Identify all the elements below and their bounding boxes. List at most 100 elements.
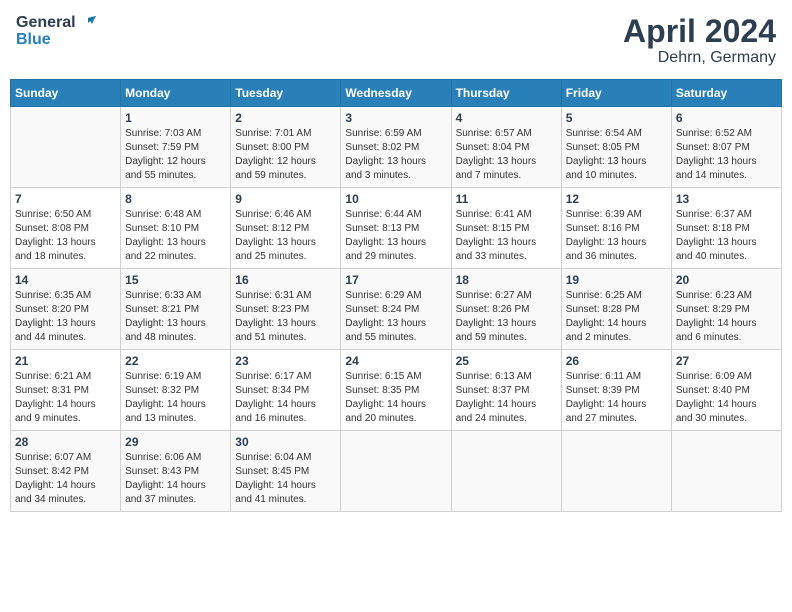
calendar-cell [671,431,781,512]
page-title: April 2024 [623,14,776,49]
day-number: 2 [235,111,336,125]
calendar-cell: 3Sunrise: 6:59 AM Sunset: 8:02 PM Daylig… [341,107,451,188]
calendar-cell [11,107,121,188]
calendar-cell [561,431,671,512]
calendar-cell: 11 Sunrise: 6:41 AM Sunset: 8:15 PM Dayli… [451,188,561,269]
day-info: Sunrise: 6:35 AM Sunset: 8:20 PM Dayligh… [15,289,116,345]
calendar-cell: 12Sunrise: 6:39 AM Sunset: 8:16 PM Dayli… [561,188,671,269]
day-info: Sunrise: 6:11 AM Sunset: 8:39 PM Dayligh… [566,370,667,426]
day-number: 10 [345,192,446,206]
day-info: Sunrise: 6:07 AM Sunset: 8:42 PM Dayligh… [15,451,116,507]
calendar-cell: 27Sunrise: 6:09 AM Sunset: 8:40 PM Dayli… [671,350,781,431]
day-number: 9 [235,192,336,206]
page-subtitle: Dehrn, Germany [623,49,776,67]
day-number: 4 [456,111,557,125]
week-row-3: 14 Sunrise: 6:35 AM Sunset: 8:20 PM Dayli… [11,269,782,350]
week-row-4: 21 Sunrise: 6:21 AM Sunset: 8:31 PM Dayli… [11,350,782,431]
day-number: 3 [345,111,446,125]
calendar-cell: 9 Sunrise: 6:46 AM Sunset: 8:12 PM Daylig… [231,188,341,269]
calendar-cell: 30 Sunrise: 6:04 AM Sunset: 8:45 PM Dayli… [231,431,341,512]
title-block: April 2024 Dehrn, Germany [623,14,776,67]
calendar-cell: 29 Sunrise: 6:06 AM Sunset: 8:43 PM Dayli… [121,431,231,512]
day-info: Sunrise: 6:27 AM Sunset: 8:26 PM Dayligh… [456,289,557,345]
day-info: Sunrise: 6:06 AM Sunset: 8:43 PM Dayligh… [125,451,226,507]
logo: General Blue [16,14,96,48]
logo-bird-icon [78,14,96,32]
calendar-cell: 13 Sunrise: 6:37 AM Sunset: 8:18 PM Dayli… [671,188,781,269]
calendar-cell: 17Sunrise: 6:29 AM Sunset: 8:24 PM Dayli… [341,269,451,350]
calendar-cell: 15Sunrise: 6:33 AM Sunset: 8:21 PM Dayli… [121,269,231,350]
day-number: 25 [456,354,557,368]
calendar-table: SundayMondayTuesdayWednesdayThursdayFrid… [10,79,782,512]
calendar-cell: 5 Sunrise: 6:54 AM Sunset: 8:05 PM Daylig… [561,107,671,188]
calendar-cell: 18 Sunrise: 6:27 AM Sunset: 8:26 PM Dayli… [451,269,561,350]
calendar-cell: 26Sunrise: 6:11 AM Sunset: 8:39 PM Dayli… [561,350,671,431]
calendar-cell: 6Sunrise: 6:52 AM Sunset: 8:07 PM Daylig… [671,107,781,188]
day-number: 8 [125,192,226,206]
day-number: 13 [676,192,777,206]
day-info: Sunrise: 6:21 AM Sunset: 8:31 PM Dayligh… [15,370,116,426]
calendar-cell: 2 Sunrise: 7:01 AM Sunset: 8:00 PM Daylig… [231,107,341,188]
header-day-friday: Friday [561,80,671,107]
day-info: Sunrise: 6:29 AM Sunset: 8:24 PM Dayligh… [345,289,446,345]
calendar-cell: 23 Sunrise: 6:17 AM Sunset: 8:34 PM Dayli… [231,350,341,431]
header-row: SundayMondayTuesdayWednesdayThursdayFrid… [11,80,782,107]
day-number: 16 [235,273,336,287]
day-info: Sunrise: 6:41 AM Sunset: 8:15 PM Dayligh… [456,208,557,264]
day-info: Sunrise: 7:01 AM Sunset: 8:00 PM Dayligh… [235,127,336,183]
day-number: 20 [676,273,777,287]
page-header: General Blue April 2024 Dehrn, Germany [10,10,782,71]
day-number: 27 [676,354,777,368]
day-number: 7 [15,192,116,206]
calendar-cell: 24 Sunrise: 6:15 AM Sunset: 8:35 PM Dayli… [341,350,451,431]
header-day-saturday: Saturday [671,80,781,107]
header-day-sunday: Sunday [11,80,121,107]
calendar-cell: 19Sunrise: 6:25 AM Sunset: 8:28 PM Dayli… [561,269,671,350]
calendar-cell: 21 Sunrise: 6:21 AM Sunset: 8:31 PM Dayli… [11,350,121,431]
header-day-wednesday: Wednesday [341,80,451,107]
day-info: Sunrise: 6:13 AM Sunset: 8:37 PM Dayligh… [456,370,557,426]
day-info: Sunrise: 6:50 AM Sunset: 8:08 PM Dayligh… [15,208,116,264]
calendar-cell: 16 Sunrise: 6:31 AM Sunset: 8:23 PM Dayli… [231,269,341,350]
day-number: 28 [15,435,116,449]
day-number: 1 [125,111,226,125]
day-info: Sunrise: 6:17 AM Sunset: 8:34 PM Dayligh… [235,370,336,426]
day-info: Sunrise: 6:04 AM Sunset: 8:45 PM Dayligh… [235,451,336,507]
day-info: Sunrise: 6:19 AM Sunset: 8:32 PM Dayligh… [125,370,226,426]
calendar-cell: 1 Sunrise: 7:03 AM Sunset: 7:59 PM Daylig… [121,107,231,188]
day-info: Sunrise: 6:31 AM Sunset: 8:23 PM Dayligh… [235,289,336,345]
calendar-cell: 7 Sunrise: 6:50 AM Sunset: 8:08 PM Daylig… [11,188,121,269]
day-number: 11 [456,192,557,206]
day-number: 24 [345,354,446,368]
day-info: Sunrise: 6:23 AM Sunset: 8:29 PM Dayligh… [676,289,777,345]
day-number: 23 [235,354,336,368]
calendar-cell: 4Sunrise: 6:57 AM Sunset: 8:04 PM Daylig… [451,107,561,188]
day-info: Sunrise: 6:54 AM Sunset: 8:05 PM Dayligh… [566,127,667,183]
day-number: 29 [125,435,226,449]
day-number: 5 [566,111,667,125]
day-number: 30 [235,435,336,449]
week-row-2: 7 Sunrise: 6:50 AM Sunset: 8:08 PM Daylig… [11,188,782,269]
day-number: 12 [566,192,667,206]
calendar-cell: 14 Sunrise: 6:35 AM Sunset: 8:20 PM Dayli… [11,269,121,350]
day-info: Sunrise: 6:37 AM Sunset: 8:18 PM Dayligh… [676,208,777,264]
day-number: 18 [456,273,557,287]
day-number: 14 [15,273,116,287]
day-info: Sunrise: 6:15 AM Sunset: 8:35 PM Dayligh… [345,370,446,426]
week-row-5: 28 Sunrise: 6:07 AM Sunset: 8:42 PM Dayli… [11,431,782,512]
header-day-tuesday: Tuesday [231,80,341,107]
day-info: Sunrise: 6:46 AM Sunset: 8:12 PM Dayligh… [235,208,336,264]
calendar-cell: 28 Sunrise: 6:07 AM Sunset: 8:42 PM Dayli… [11,431,121,512]
header-day-thursday: Thursday [451,80,561,107]
calendar-cell [451,431,561,512]
calendar-cell: 20 Sunrise: 6:23 AM Sunset: 8:29 PM Dayli… [671,269,781,350]
day-number: 21 [15,354,116,368]
calendar-header: SundayMondayTuesdayWednesdayThursdayFrid… [11,80,782,107]
day-number: 6 [676,111,777,125]
calendar-cell: 8Sunrise: 6:48 AM Sunset: 8:10 PM Daylig… [121,188,231,269]
calendar-cell: 25 Sunrise: 6:13 AM Sunset: 8:37 PM Dayli… [451,350,561,431]
day-info: Sunrise: 7:03 AM Sunset: 7:59 PM Dayligh… [125,127,226,183]
day-number: 19 [566,273,667,287]
week-row-1: 1 Sunrise: 7:03 AM Sunset: 7:59 PM Daylig… [11,107,782,188]
header-day-monday: Monday [121,80,231,107]
